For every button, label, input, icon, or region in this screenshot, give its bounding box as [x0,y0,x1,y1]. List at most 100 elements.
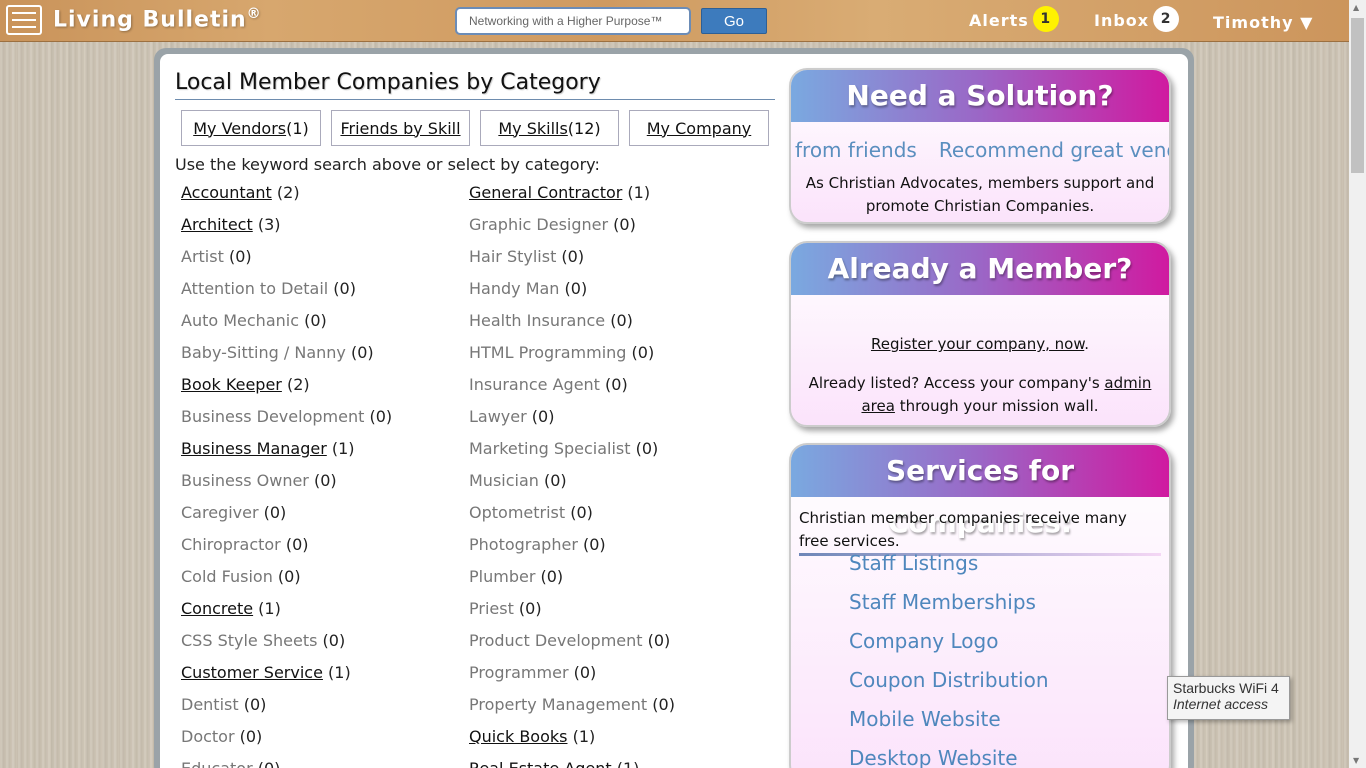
category-name: Priest [469,599,514,618]
alerts-link[interactable]: Alerts 1 [969,6,1059,32]
category-item: Baby-Sitting / Nanny (0) [181,342,392,374]
category-count: (0) [234,727,263,746]
category-count: (0) [538,471,567,490]
category-name: Hair Stylist [469,247,557,266]
page-scrollbar[interactable]: ▲ ▼ [1349,0,1366,768]
category-item[interactable]: General Contractor (1) [469,182,675,214]
category-name[interactable]: Customer Service [181,663,323,682]
category-count: (0) [272,567,301,586]
category-count: (0) [556,247,585,266]
category-item[interactable]: Accountant (2) [181,182,392,214]
category-item: Handy Man (0) [469,278,675,310]
category-name: Musician [469,471,539,490]
solution-marquee: from friends Recommend great vendors [791,138,1169,162]
alerts-badge: 1 [1032,6,1059,32]
solution-text: As Christian Advocates, members support … [805,174,1155,215]
category-name: Artist [181,247,224,266]
category-item[interactable]: Quick Books (1) [469,726,675,758]
category-item: Doctor (0) [181,726,392,758]
category-item: Business Development (0) [181,406,392,438]
category-item[interactable]: Real Estate Agent (1) [469,758,675,768]
category-count: (0) [647,695,675,714]
search-input[interactable] [469,14,669,28]
category-count: (0) [299,311,327,330]
tab-my-vendors[interactable]: My Vendors (1) [181,110,321,146]
category-count: (0) [364,407,393,426]
tab-friends-by-skill[interactable]: Friends by Skill [331,110,470,146]
category-item: Priest (0) [469,598,675,630]
search-field[interactable] [455,7,691,35]
category-name: Business Development [181,407,365,426]
category-count: (0) [317,631,346,650]
service-item: Desktop Website [849,746,1018,768]
category-item[interactable]: Architect (3) [181,214,392,246]
category-item: Artist (0) [181,246,392,278]
category-count: (2) [281,375,310,394]
category-count: (1) [326,439,355,458]
category-name[interactable]: Book Keeper [181,375,282,394]
category-item[interactable]: Concrete (1) [181,598,392,630]
category-count: (0) [280,535,309,554]
category-name[interactable]: Quick Books [469,727,567,746]
category-name: HTML Programming [469,343,627,362]
category-count: (2) [271,183,300,202]
category-name: Auto Mechanic [181,311,300,330]
scroll-up-icon[interactable]: ▲ [1353,3,1359,12]
category-name: Product Development [469,631,643,650]
category-item: Musician (0) [469,470,675,502]
brand-logo[interactable]: Living Bulletin® [53,6,262,32]
member-title: Already a Member? [791,243,1169,295]
category-item: Health Insurance (0) [469,310,675,342]
top-bar: Living Bulletin® Go Alerts1 Inbox2 Timot… [0,0,1349,42]
solution-box: Need a Solution? from friends Recommend g… [789,68,1171,224]
category-count: (0) [526,407,555,426]
category-item[interactable]: Customer Service (1) [181,662,392,694]
tab-my-company[interactable]: My Company [629,110,769,146]
marquee-text-a: from friends [795,138,917,162]
menu-icon[interactable] [6,5,42,35]
category-instructions: Use the keyword search above or select b… [175,155,600,174]
inbox-link[interactable]: Inbox 2 [1094,6,1180,32]
category-name[interactable]: Architect [181,215,253,234]
category-item: CSS Style Sheets (0) [181,630,392,662]
category-count: (0) [253,759,281,768]
tooltip-line-1: Starbucks WiFi 4 [1173,680,1279,696]
category-name: Photographer [469,535,578,554]
category-name: Handy Man [469,279,560,298]
member-box: Already a Member? Register your company,… [789,241,1171,427]
register-link[interactable]: Register your company, now [871,335,1084,353]
category-name: Plumber [469,567,536,586]
tab-my-skills[interactable]: My Skills (12) [480,110,619,146]
category-item[interactable]: Business Manager (1) [181,438,392,470]
category-item: Insurance Agent (0) [469,374,675,406]
category-item[interactable]: Book Keeper (2) [181,374,392,406]
scroll-down-icon[interactable]: ▼ [1353,756,1359,765]
category-name[interactable]: General Contractor [469,183,622,202]
category-count: (0) [535,567,564,586]
category-count: (0) [345,343,374,362]
category-name[interactable]: Real Estate Agent [469,759,612,768]
category-item: Caregiver (0) [181,502,392,534]
category-name[interactable]: Business Manager [181,439,327,458]
category-item: HTML Programming (0) [469,342,675,374]
scroll-thumb[interactable] [1351,18,1364,173]
category-count: (0) [308,471,337,490]
category-count: (0) [559,279,588,298]
page-title: Local Member Companies by Category [175,70,775,100]
category-count: (1) [612,759,640,768]
category-name: Attention to Detail [181,279,329,298]
category-name[interactable]: Concrete [181,599,253,618]
category-name[interactable]: Accountant [181,183,272,202]
go-button[interactable]: Go [701,8,767,34]
category-name: Baby-Sitting / Nanny [181,343,346,362]
category-name: Business Owner [181,471,309,490]
category-count: (0) [568,663,597,682]
category-item: Educator (0) [181,758,392,768]
category-item: Lawyer (0) [469,406,675,438]
category-count: (0) [608,215,636,234]
user-menu[interactable]: Timothy ▼ [1213,13,1313,32]
category-count: (1) [567,727,596,746]
service-item: Staff Listings [849,551,979,575]
category-name: Educator [181,759,253,768]
category-name: Lawyer [469,407,527,426]
